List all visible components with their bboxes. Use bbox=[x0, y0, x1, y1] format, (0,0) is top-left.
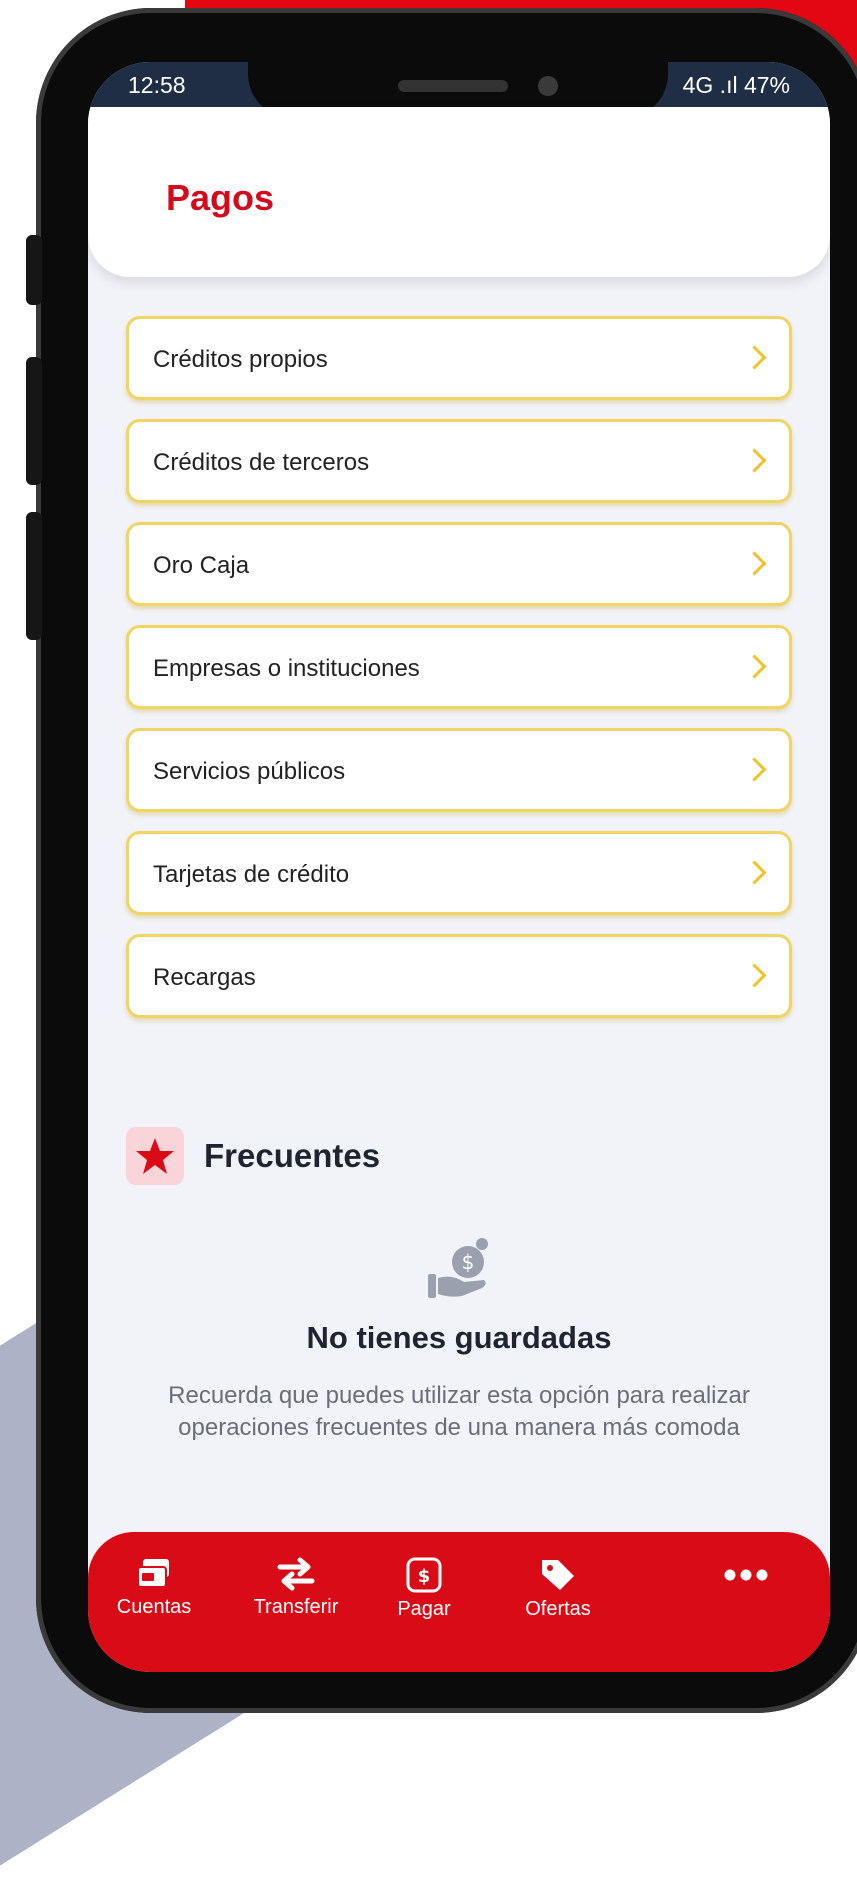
menu-item-servicios-publicos[interactable]: Servicios públicos bbox=[126, 728, 792, 812]
menu-item-tarjetas-credito[interactable]: Tarjetas de crédito bbox=[126, 831, 792, 915]
chevron-right-icon bbox=[742, 963, 767, 988]
nav-label: Pagar bbox=[397, 1598, 451, 1620]
nav-pagar[interactable]: $ Pagar bbox=[382, 1556, 466, 1621]
page-title: Pagos bbox=[166, 177, 275, 218]
nav-label: Ofertas bbox=[525, 1598, 591, 1620]
phone-side-button bbox=[26, 357, 42, 485]
menu-item-oro-caja[interactable]: Oro Caja bbox=[126, 522, 792, 606]
star-icon bbox=[126, 1127, 184, 1185]
more-dots-icon bbox=[724, 1569, 768, 1581]
menu-item-label: Oro Caja bbox=[153, 552, 250, 579]
empty-state-description: Recuerda que puedes utilizar esta opción… bbox=[168, 1382, 750, 1441]
bottom-navigation: Cuentas Transferir $ Pagar Ofertas bbox=[88, 1532, 830, 1672]
tag-icon bbox=[542, 1560, 574, 1590]
phone-side-button bbox=[26, 512, 42, 640]
chevron-right-icon bbox=[742, 345, 767, 370]
pay-icon: $ bbox=[406, 1557, 442, 1593]
empty-state-title: No tienes guardadas bbox=[306, 1320, 612, 1355]
chevron-right-icon bbox=[742, 551, 767, 576]
chevron-right-icon bbox=[742, 757, 767, 782]
chevron-right-icon bbox=[742, 860, 767, 885]
chevron-right-icon bbox=[742, 448, 767, 473]
menu-item-label: Créditos propios bbox=[153, 346, 328, 373]
nav-label: Transferir bbox=[253, 1596, 339, 1618]
hand-money-icon: $ bbox=[422, 1234, 502, 1309]
menu-item-label: Tarjetas de crédito bbox=[153, 861, 350, 888]
nav-more[interactable] bbox=[716, 1568, 776, 1582]
status-time: 12:58 bbox=[128, 72, 186, 98]
menu-item-recargas[interactable]: Recargas bbox=[126, 934, 792, 1018]
menu-item-label: Créditos de terceros bbox=[153, 449, 370, 476]
nav-transferir[interactable]: Transferir bbox=[240, 1556, 352, 1619]
transfer-arrows-icon bbox=[277, 1557, 315, 1591]
menu-item-empresas[interactable]: Empresas o instituciones bbox=[126, 625, 792, 709]
svg-text:$: $ bbox=[418, 1566, 431, 1587]
speaker bbox=[398, 80, 508, 92]
phone-side-button bbox=[26, 235, 42, 305]
svg-text:$: $ bbox=[462, 1250, 475, 1274]
menu-item-label: Recargas bbox=[153, 964, 256, 991]
frequent-section-title: Frecuentes bbox=[204, 1137, 381, 1174]
nav-ofertas[interactable]: Ofertas bbox=[508, 1556, 608, 1621]
menu-item-creditos-terceros[interactable]: Créditos de terceros bbox=[126, 419, 792, 503]
app-screen: 12:58 4G .ıl 47% Pagos Créditos propios … bbox=[88, 62, 830, 1672]
status-indicators: 4G .ıl 47% bbox=[682, 72, 790, 98]
nav-label: Cuentas bbox=[116, 1596, 192, 1618]
cards-icon bbox=[137, 1559, 169, 1588]
menu-item-label: Servicios públicos bbox=[153, 758, 346, 785]
menu-item-label: Empresas o instituciones bbox=[153, 655, 420, 682]
front-camera bbox=[538, 76, 558, 96]
payments-menu: Créditos propios Créditos de terceros Or… bbox=[126, 316, 792, 1037]
nav-cuentas[interactable]: Cuentas bbox=[106, 1556, 202, 1619]
chevron-right-icon bbox=[742, 654, 767, 679]
page-header: Pagos bbox=[88, 107, 830, 277]
menu-item-creditos-propios[interactable]: Créditos propios bbox=[126, 316, 792, 400]
